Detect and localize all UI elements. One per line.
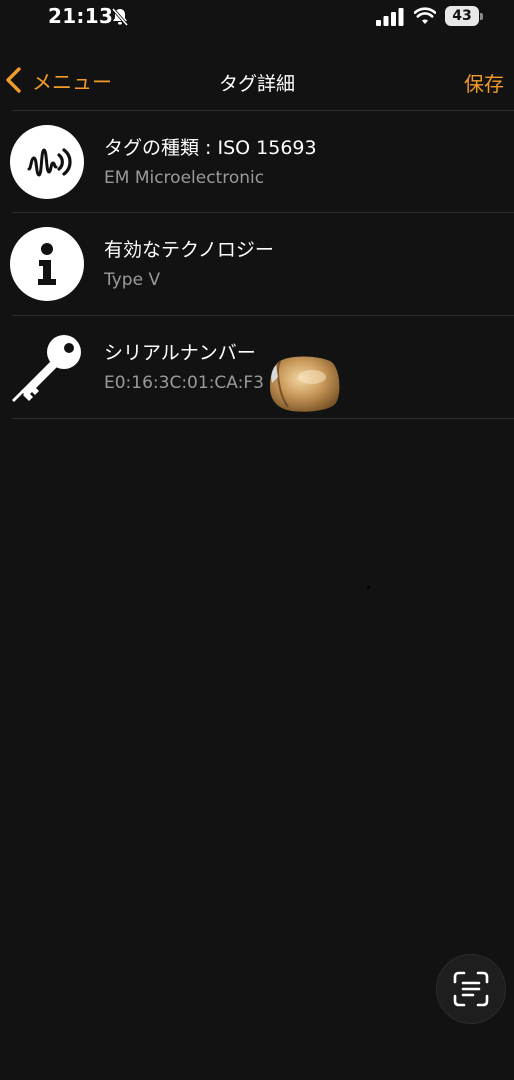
- key-icon: [12, 335, 81, 402]
- tag-type-title: タグの種類 : ISO 15693: [104, 137, 317, 159]
- battery-icon: 43: [445, 6, 483, 26]
- bell-muted-icon: [111, 7, 129, 27]
- list-item-serial-number: シリアルナンバー E0:16:3C:01:CA:F3: [0, 316, 514, 418]
- redaction-sticker: [270, 356, 340, 412]
- status-time: 21:13: [48, 4, 114, 28]
- save-button[interactable]: 保存: [464, 68, 504, 97]
- wifi-icon: [414, 7, 436, 24]
- info-glyph: [38, 243, 56, 285]
- scan-text-icon: [453, 971, 489, 1007]
- serial-number-title: シリアルナンバー: [104, 342, 256, 364]
- serial-number-value: E0:16:3C:01:CA:F3: [104, 373, 264, 393]
- battery-tip: [480, 13, 483, 20]
- nfc-tag-glyph: [27, 148, 72, 177]
- list-item-tag-type: タグの種類 : ISO 15693 EM Microelectronic: [0, 111, 514, 213]
- page-title: タグ詳細: [218, 73, 295, 95]
- screen: 21:13 43 メニュー タグ詳細 保存 タグの種類: ISO 15693 …: [0, 0, 514, 1080]
- nfc-tag-icon: [10, 125, 84, 199]
- technologies-title: 有効なテクノロジー: [104, 239, 274, 261]
- tag-type-value: EM Microelectronic: [104, 168, 265, 188]
- signal-icon: [376, 8, 404, 26]
- scan-text-button[interactable]: [436, 954, 506, 1024]
- divider: [12, 418, 514, 419]
- list-item-technologies: 有効なテクノロジー Type V: [0, 213, 514, 315]
- battery-level: 43: [445, 6, 479, 26]
- navigation-bar: メニュー タグ詳細 保存: [0, 52, 514, 108]
- info-icon: [10, 227, 84, 301]
- status-bar: 21:13 43: [0, 0, 514, 36]
- technologies-value: Type V: [104, 270, 161, 290]
- speck: [367, 586, 370, 589]
